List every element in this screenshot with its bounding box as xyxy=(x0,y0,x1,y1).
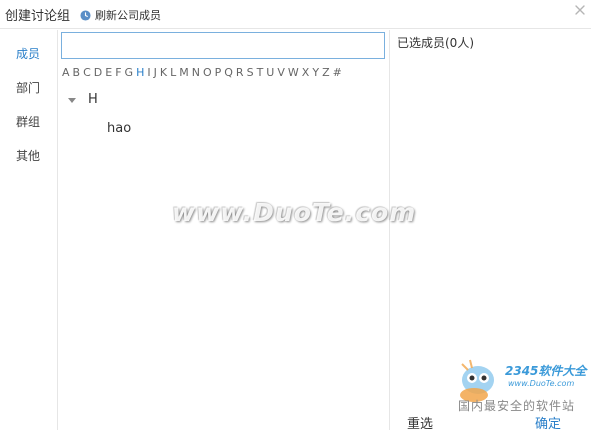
alphabet-letter-d[interactable]: D xyxy=(94,66,102,79)
alphabet-letter-u[interactable]: U xyxy=(266,66,274,79)
alphabet-letter-q[interactable]: Q xyxy=(224,66,233,79)
watermark-logo-url: www.DuoTe.com xyxy=(508,379,575,388)
alphabet-letter-n[interactable]: N xyxy=(192,66,200,79)
alphabet-letter-y[interactable]: Y xyxy=(312,66,319,79)
alphabet-letter-z[interactable]: Z xyxy=(322,66,330,79)
create-discussion-dialog: 创建讨论组 刷新公司成员 成员 部门 群组 其他 ABCDEFGHIJKLMNO… xyxy=(0,0,591,430)
alphabet-letter-j[interactable]: J xyxy=(154,66,157,79)
alphabet-letter-a[interactable]: A xyxy=(62,66,70,79)
group-header-h[interactable]: H xyxy=(68,92,98,107)
alphabet-letter-x[interactable]: X xyxy=(302,66,310,79)
nav-item-departments[interactable]: 部门 xyxy=(16,79,40,96)
alphabet-letter-l[interactable]: L xyxy=(170,66,176,79)
alphabet-letter-b[interactable]: B xyxy=(73,66,81,79)
alphabet-letter-t[interactable]: T xyxy=(257,66,264,79)
reset-button[interactable]: 重选 xyxy=(407,413,433,430)
search-input[interactable] xyxy=(61,32,385,59)
member-list-panel: A B C D E F G H I J K L M N O P Q R S T U V W X Y Z # H hao xyxy=(58,30,390,430)
dialog-title: 创建讨论组 xyxy=(5,9,71,24)
refresh-icon xyxy=(80,9,91,21)
dialog-header: 创建讨论组 刷新公司成员 xyxy=(0,0,591,29)
alphabet-letter-g[interactable]: G xyxy=(125,66,134,79)
refresh-label: 刷新公司成员 xyxy=(95,9,161,22)
nav-item-members[interactable]: 成员 xyxy=(16,45,40,62)
nav-item-groups[interactable]: 群组 xyxy=(16,113,40,130)
alphabet-letter-v[interactable]: V xyxy=(277,66,285,79)
alphabet-letter-p[interactable]: P xyxy=(215,66,222,79)
watermark-logo-text: 2345软件大全 xyxy=(505,364,587,378)
alphabet-letter-i[interactable]: I xyxy=(147,66,150,79)
nav-item-other[interactable]: 其他 xyxy=(16,147,40,164)
close-icon[interactable] xyxy=(573,3,587,17)
refresh-members-link[interactable]: 刷新公司成员 xyxy=(80,7,161,23)
alphabet-letter-o[interactable]: O xyxy=(203,66,212,79)
alphabet-letter-e[interactable]: E xyxy=(105,66,112,79)
alphabet-letter-k[interactable]: K xyxy=(160,66,167,79)
group-label: H xyxy=(88,92,98,107)
alphabet-letter-m[interactable]: M xyxy=(179,66,189,79)
selected-count-title: 已选成员(0人) xyxy=(397,36,474,50)
alphabet-letter-c[interactable]: C xyxy=(83,66,91,79)
expand-triangle-icon[interactable] xyxy=(68,97,76,103)
alphabet-letter-h[interactable]: H xyxy=(136,66,144,79)
category-nav: 成员 部门 群组 其他 xyxy=(0,30,58,430)
alphabet-letter-f[interactable]: F xyxy=(115,66,121,79)
watermark-slogan: 国内最安全的软件站 xyxy=(458,399,576,413)
alphabet-letter-s[interactable]: S xyxy=(247,66,254,79)
alphabet-letter-r[interactable]: R xyxy=(236,66,244,79)
alphabet-letter-hash[interactable]: # xyxy=(333,66,342,79)
list-item-member[interactable]: hao xyxy=(107,121,131,136)
alphabet-index: A B C D E F G H I J K L M N O P Q R S T U V W X Y Z # xyxy=(62,66,345,79)
alphabet-letter-w[interactable]: W xyxy=(288,66,299,79)
confirm-button[interactable]: 确定 xyxy=(535,413,561,430)
